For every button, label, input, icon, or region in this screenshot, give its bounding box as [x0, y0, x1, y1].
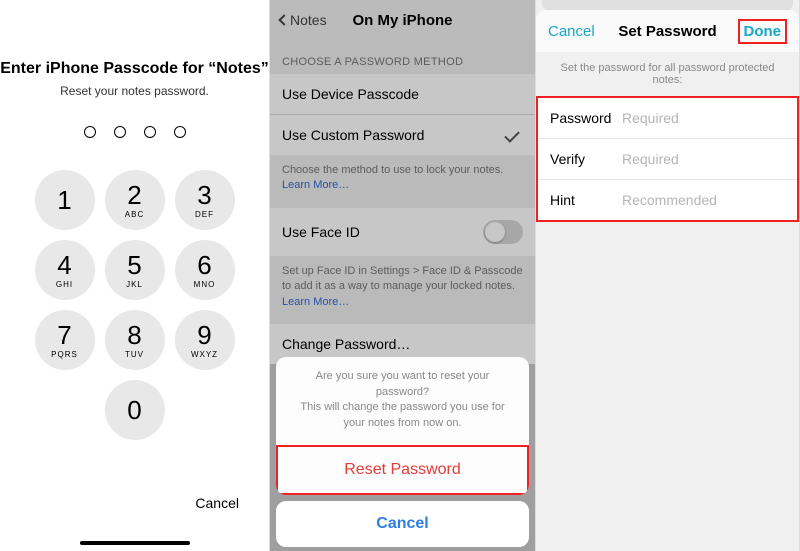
keypad-key-3[interactable]: 3 DEF — [175, 170, 235, 230]
keypad-spacer — [35, 380, 95, 440]
keypad-num: 1 — [57, 187, 71, 213]
keypad-num: 9 — [197, 322, 211, 348]
passcode-title: Enter iPhone Passcode for “Notes” — [0, 60, 269, 78]
keypad-letters: JKL — [126, 280, 143, 289]
verify-input[interactable]: Required — [622, 151, 785, 167]
keypad-key-0[interactable]: 0 — [105, 380, 165, 440]
passcode-dot — [114, 126, 126, 138]
action-sheet-cancel-card: Cancel — [276, 501, 529, 547]
keypad-letters: MNO — [194, 280, 216, 289]
verify-label: Verify — [550, 151, 622, 167]
passcode-dot — [174, 126, 186, 138]
action-sheet: Are you sure you want to reset your pass… — [276, 357, 529, 547]
home-indicator[interactable] — [80, 541, 190, 545]
action-sheet-card: Are you sure you want to reset your pass… — [276, 357, 529, 495]
cancel-button[interactable]: Cancel — [548, 23, 595, 40]
keypad-letters: PQRS — [51, 350, 78, 359]
keypad-key-8[interactable]: 8 TUV — [105, 310, 165, 370]
password-input[interactable]: Required — [622, 110, 785, 126]
keypad-num: 7 — [57, 322, 71, 348]
keypad-letters: GHI — [56, 280, 73, 289]
password-label: Password — [550, 110, 622, 126]
keypad-letters: WXYZ — [191, 350, 218, 359]
keypad-num: 0 — [127, 397, 141, 423]
keypad-num: 5 — [127, 252, 141, 278]
keypad-num: 8 — [127, 322, 141, 348]
keypad-letters: TUV — [125, 350, 144, 359]
passcode-dots — [84, 126, 186, 138]
set-password-nav: Cancel Set Password Done — [536, 10, 799, 52]
keypad-num: 6 — [197, 252, 211, 278]
keypad-num: 4 — [57, 252, 71, 278]
keypad-key-7[interactable]: 7 PQRS — [35, 310, 95, 370]
password-form: Password Required Verify Required Hint R… — [536, 96, 799, 222]
passcode-dot — [144, 126, 156, 138]
password-row[interactable]: Password Required — [538, 98, 797, 138]
keypad-key-5[interactable]: 5 JKL — [105, 240, 165, 300]
keypad-key-1[interactable]: 1 — [35, 170, 95, 230]
sheet-cancel-button[interactable]: Cancel — [276, 501, 529, 547]
passcode-subtitle: Reset your notes password. — [60, 84, 209, 98]
set-password-subtitle: Set the password for all password protec… — [536, 52, 799, 96]
hint-input[interactable]: Recommended — [622, 192, 785, 208]
passcode-dot — [84, 126, 96, 138]
action-sheet-message: Are you sure you want to reset your pass… — [276, 357, 529, 445]
keypad-key-4[interactable]: 4 GHI — [35, 240, 95, 300]
keypad-num: 2 — [127, 182, 141, 208]
hint-row[interactable]: Hint Recommended — [538, 179, 797, 220]
passcode-panel: Enter iPhone Passcode for “Notes” Reset … — [0, 0, 270, 551]
verify-row[interactable]: Verify Required — [538, 138, 797, 179]
hint-label: Hint — [550, 192, 622, 208]
keypad-key-6[interactable]: 6 MNO — [175, 240, 235, 300]
keypad-num: 3 — [197, 182, 211, 208]
keypad-letters: ABC — [125, 210, 144, 219]
sheet-grabber-area — [542, 0, 793, 10]
set-password-sheet: Cancel Set Password Done Set the passwor… — [536, 10, 799, 551]
set-password-panel: Cancel Set Password Done Set the passwor… — [536, 0, 800, 551]
keypad: 1 2 ABC 3 DEF 4 GHI 5 JKL 6 MNO 7 PQRS 8 TUV 9 WXYZ 0 — [35, 170, 235, 440]
keypad-key-9[interactable]: 9 WXYZ — [175, 310, 235, 370]
passcode-cancel-button[interactable]: Cancel — [195, 495, 239, 511]
keypad-spacer — [175, 380, 235, 440]
keypad-key-2[interactable]: 2 ABC — [105, 170, 165, 230]
settings-panel: Notes On My iPhone CHOOSE A PASSWORD MET… — [270, 0, 536, 551]
done-button[interactable]: Done — [738, 19, 788, 44]
reset-password-button[interactable]: Reset Password — [276, 445, 529, 495]
keypad-letters: DEF — [195, 210, 214, 219]
